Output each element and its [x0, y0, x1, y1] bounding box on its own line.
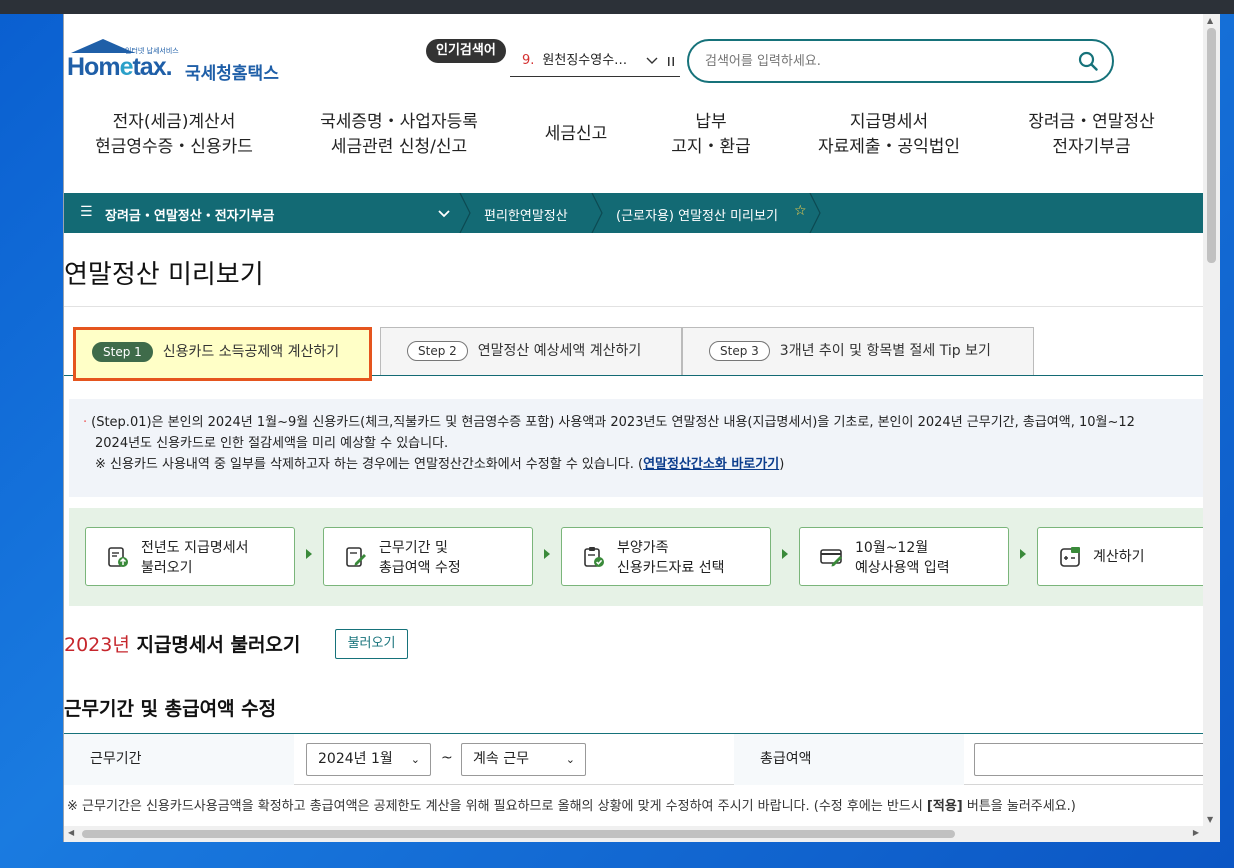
logo-korean-name: 국세청홈택스: [185, 64, 279, 84]
process-steps: 전년도 지급명세서 불러오기 근무기간 및 총급여액 수정 부양가족 신용카드자료 선…: [69, 508, 1204, 606]
step-arrow-icon: [1020, 549, 1026, 559]
popular-search-item[interactable]: 9. 원천징수영수…: [510, 47, 680, 77]
gnb-item-certificates[interactable]: 국세증명・사업자등록 세금관련 신청/신고: [309, 110, 489, 160]
step-box-load-statement: 전년도 지급명세서 불러오기: [85, 527, 295, 586]
scroll-left-icon[interactable]: ◀: [68, 828, 74, 837]
bullet-icon: ·: [83, 415, 88, 430]
section-title-load: 2023년 지급명세서 불러오기: [64, 634, 301, 656]
main-navigation: 전자(세금)계산서 현금영수증・신용카드 국세증명・사업자등록 세금관련 신청/신고…: [64, 110, 1204, 168]
menu-icon[interactable]: ☰: [80, 204, 93, 220]
step-box-estimate-usage: 10월~12월 예상사용액 입력: [799, 527, 1009, 586]
location-bar: ☰ 장려금・연말정산・전자기부금 편리한연말정산 (근로자용) 연말정산 미리보…: [64, 193, 1204, 233]
document-upload-icon: [108, 547, 128, 567]
scroll-down-icon[interactable]: ▼: [1207, 815, 1213, 824]
chevron-down-icon[interactable]: [438, 204, 450, 226]
location-category[interactable]: 장려금・연말정산・전자기부금: [105, 205, 275, 224]
step-arrow-icon: [544, 549, 550, 559]
scroll-up-icon[interactable]: ▲: [1207, 16, 1213, 25]
step-box-calculate: 계산하기: [1037, 527, 1204, 586]
notice-line: (Step.01)은 본인의 2024년 1월~9월 신용카드(체크,직불카드 …: [91, 415, 1135, 430]
step-tabs: Step 2 연말정산 예상세액 계산하기 Step 3 3개년 추이 및 항목별 …: [64, 327, 1204, 381]
salary-input[interactable]: [974, 743, 1204, 776]
chevron-down-icon: ⌄: [410, 753, 420, 766]
logo-brand: Hometax.: [67, 53, 173, 81]
salary-label: 총급여액: [734, 734, 964, 785]
search-icon[interactable]: [1078, 51, 1098, 71]
chevron-down-icon[interactable]: [646, 47, 658, 86]
tab-step-3[interactable]: Step 3 3개년 추이 및 항목별 절세 Tip 보기: [682, 327, 1034, 375]
horizontal-scrollbar[interactable]: ◀ ▶: [64, 826, 1220, 842]
tab-step-1[interactable]: Step 1 신용카드 소득공제액 계산하기: [73, 327, 372, 381]
page-title: 연말정산 미리보기: [64, 260, 264, 290]
popular-keyword: 원천징수영수…: [542, 53, 628, 68]
notice-box: · (Step.01)은 본인의 2024년 1월~9월 신용카드(체크,직불카드…: [69, 399, 1204, 497]
page-content: 인터넷 납세서비스 Hometax. 국세청홈택스 인기검색어 9. 원천징수영수…: [64, 14, 1204, 826]
hometax-logo[interactable]: 인터넷 납세서비스 Hometax. 국세청홈택스: [67, 39, 282, 91]
taskbar-strip: [0, 0, 1234, 14]
breadcrumb-separator-icon: [591, 193, 603, 233]
end-month-select[interactable]: 계속 근무 ⌄: [461, 743, 586, 776]
notice-line: ※ 신용카드 사용내역 중 일부를 삭제하고자 하는 경우에는 연말정산간소화에…: [95, 457, 785, 472]
pause-icon[interactable]: [666, 47, 676, 86]
step-box-edit-period: 근무기간 및 총급여액 수정: [323, 527, 533, 586]
browser-window: 인터넷 납세서비스 Hometax. 국세청홈택스 인기검색어 9. 원천징수영수…: [63, 14, 1220, 842]
gnb-item-payment[interactable]: 납부 고지・환급: [661, 110, 761, 160]
step-arrow-icon: [782, 549, 788, 559]
vertical-scrollbar[interactable]: ▲ ▼: [1203, 14, 1220, 826]
gnb-item-year-end-settlement[interactable]: 장려금・연말정산 전자기부금: [1014, 110, 1169, 160]
breadcrumb-separator-icon: [809, 193, 821, 233]
gnb-item-tax-filing[interactable]: 세금신고: [526, 122, 626, 147]
step-box-dependents: 부양가족 신용카드자료 선택: [561, 527, 771, 586]
chevron-down-icon: ⌄: [565, 753, 575, 766]
simplified-service-link[interactable]: 연말정산간소화 바로가기: [643, 457, 779, 472]
period-label: 근무기간: [64, 734, 294, 785]
scroll-thumb[interactable]: [1207, 28, 1216, 263]
breadcrumb-item-easy-settlement[interactable]: 편리한연말정산: [484, 205, 568, 224]
notice-line: 2024년도 신용카드로 인한 절감세액을 미리 예상할 수 있습니다.: [95, 436, 449, 451]
period-form-row: 근무기간 2024년 1월 ⌄ ~ 계속 근무 ⌄ 총급여액: [64, 733, 1204, 785]
start-month-select[interactable]: 2024년 1월 ⌄: [306, 743, 431, 776]
scroll-right-icon[interactable]: ▶: [1193, 828, 1199, 837]
divider: [64, 306, 1204, 307]
tab-step-2[interactable]: Step 2 연말정산 예상세액 계산하기: [380, 327, 682, 375]
edit-document-icon: [346, 547, 366, 567]
breadcrumb-separator-icon: [459, 193, 471, 233]
gnb-item-payment-statements[interactable]: 지급명세서 자료제출・공익법인: [804, 110, 974, 160]
favorite-star-icon[interactable]: ☆: [794, 203, 807, 219]
range-tilde: ~: [441, 750, 453, 766]
search-input[interactable]: [705, 50, 1055, 72]
checklist-icon: [584, 547, 604, 567]
scroll-thumb[interactable]: [82, 830, 955, 838]
popular-search-badge: 인기검색어: [426, 39, 506, 63]
breadcrumb-item-preview[interactable]: (근로자용) 연말정산 미리보기: [616, 205, 778, 224]
section-title-period: 근무기간 및 총급여액 수정: [64, 698, 277, 720]
popular-rank: 9.: [522, 53, 535, 68]
calculator-icon: [1060, 547, 1080, 567]
period-note: ※ 근무기간은 신용카드사용금액을 확정하고 총급여액은 공제한도 계산을 위해…: [67, 799, 1076, 814]
gnb-item-e-invoice[interactable]: 전자(세금)계산서 현금영수증・신용카드: [89, 110, 259, 160]
search-box: [687, 39, 1114, 83]
load-button[interactable]: 불러오기: [335, 629, 408, 659]
card-edit-icon: [820, 549, 842, 567]
step-arrow-icon: [306, 549, 312, 559]
